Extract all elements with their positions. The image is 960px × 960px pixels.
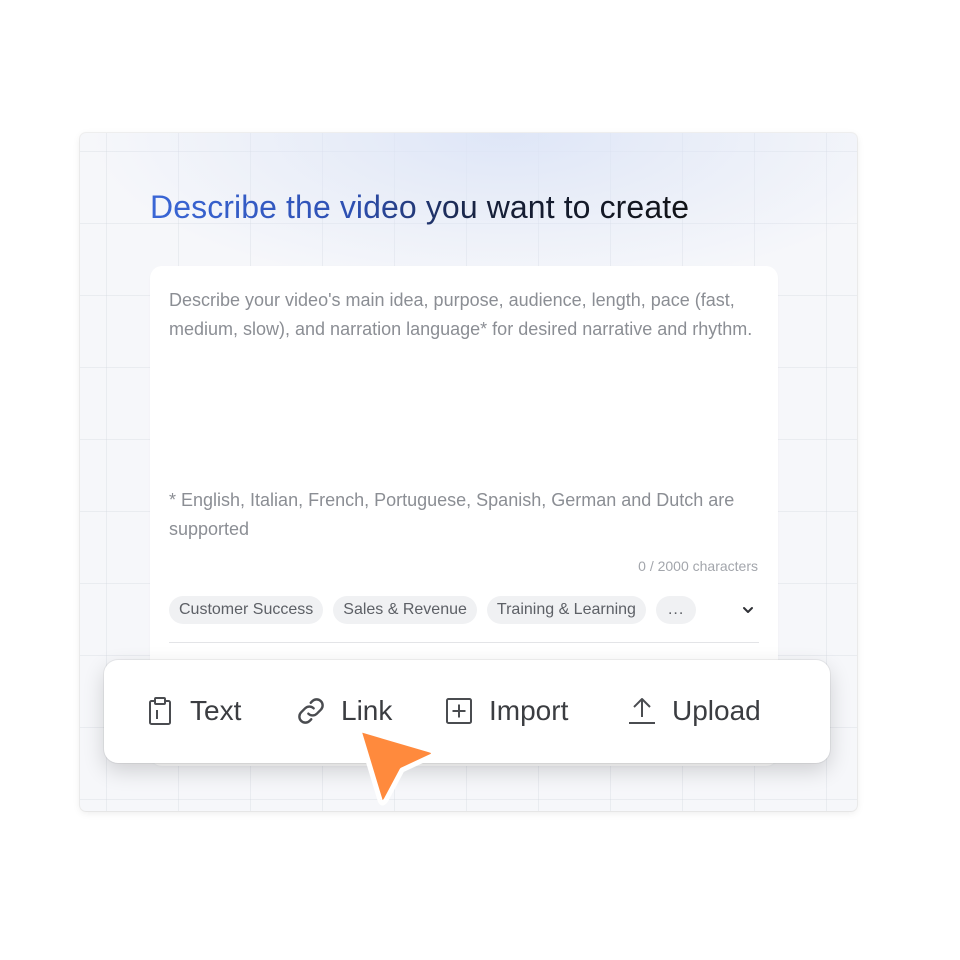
chevron-down-icon [743, 607, 753, 613]
page-title: Describe the video you want to create [150, 189, 690, 225]
supported-languages-note: * English, Italian, French, Portuguese, … [169, 490, 735, 539]
import-option-label: Import [489, 695, 569, 726]
clipboard-icon [144, 695, 176, 727]
text-option-label: Text [190, 695, 242, 726]
divider [169, 642, 759, 643]
upload-option-button[interactable]: Upload [626, 688, 761, 734]
tag-more[interactable]: ... [655, 596, 697, 624]
expand-tags-button[interactable] [738, 600, 758, 620]
tag-customer-success[interactable]: Customer Success [169, 596, 324, 624]
category-tags: Customer Success Sales & Revenue Trainin… [169, 596, 697, 624]
source-toolbar: Text Link Import Upload [104, 660, 830, 763]
tag-training-learning[interactable]: Training & Learning [486, 596, 646, 624]
link-icon [295, 695, 327, 727]
text-option-button[interactable]: Text [144, 688, 241, 734]
tag-sales-revenue[interactable]: Sales & Revenue [333, 596, 477, 624]
cursor-pointer-icon [357, 727, 437, 806]
stage: Describe the video you want to create * … [0, 0, 960, 960]
upload-icon [626, 695, 658, 727]
plus-square-icon [443, 695, 475, 727]
character-counter: 0 / 2000 characters [638, 558, 758, 574]
import-option-button[interactable]: Import [443, 688, 568, 734]
upload-option-label: Upload [672, 695, 761, 726]
